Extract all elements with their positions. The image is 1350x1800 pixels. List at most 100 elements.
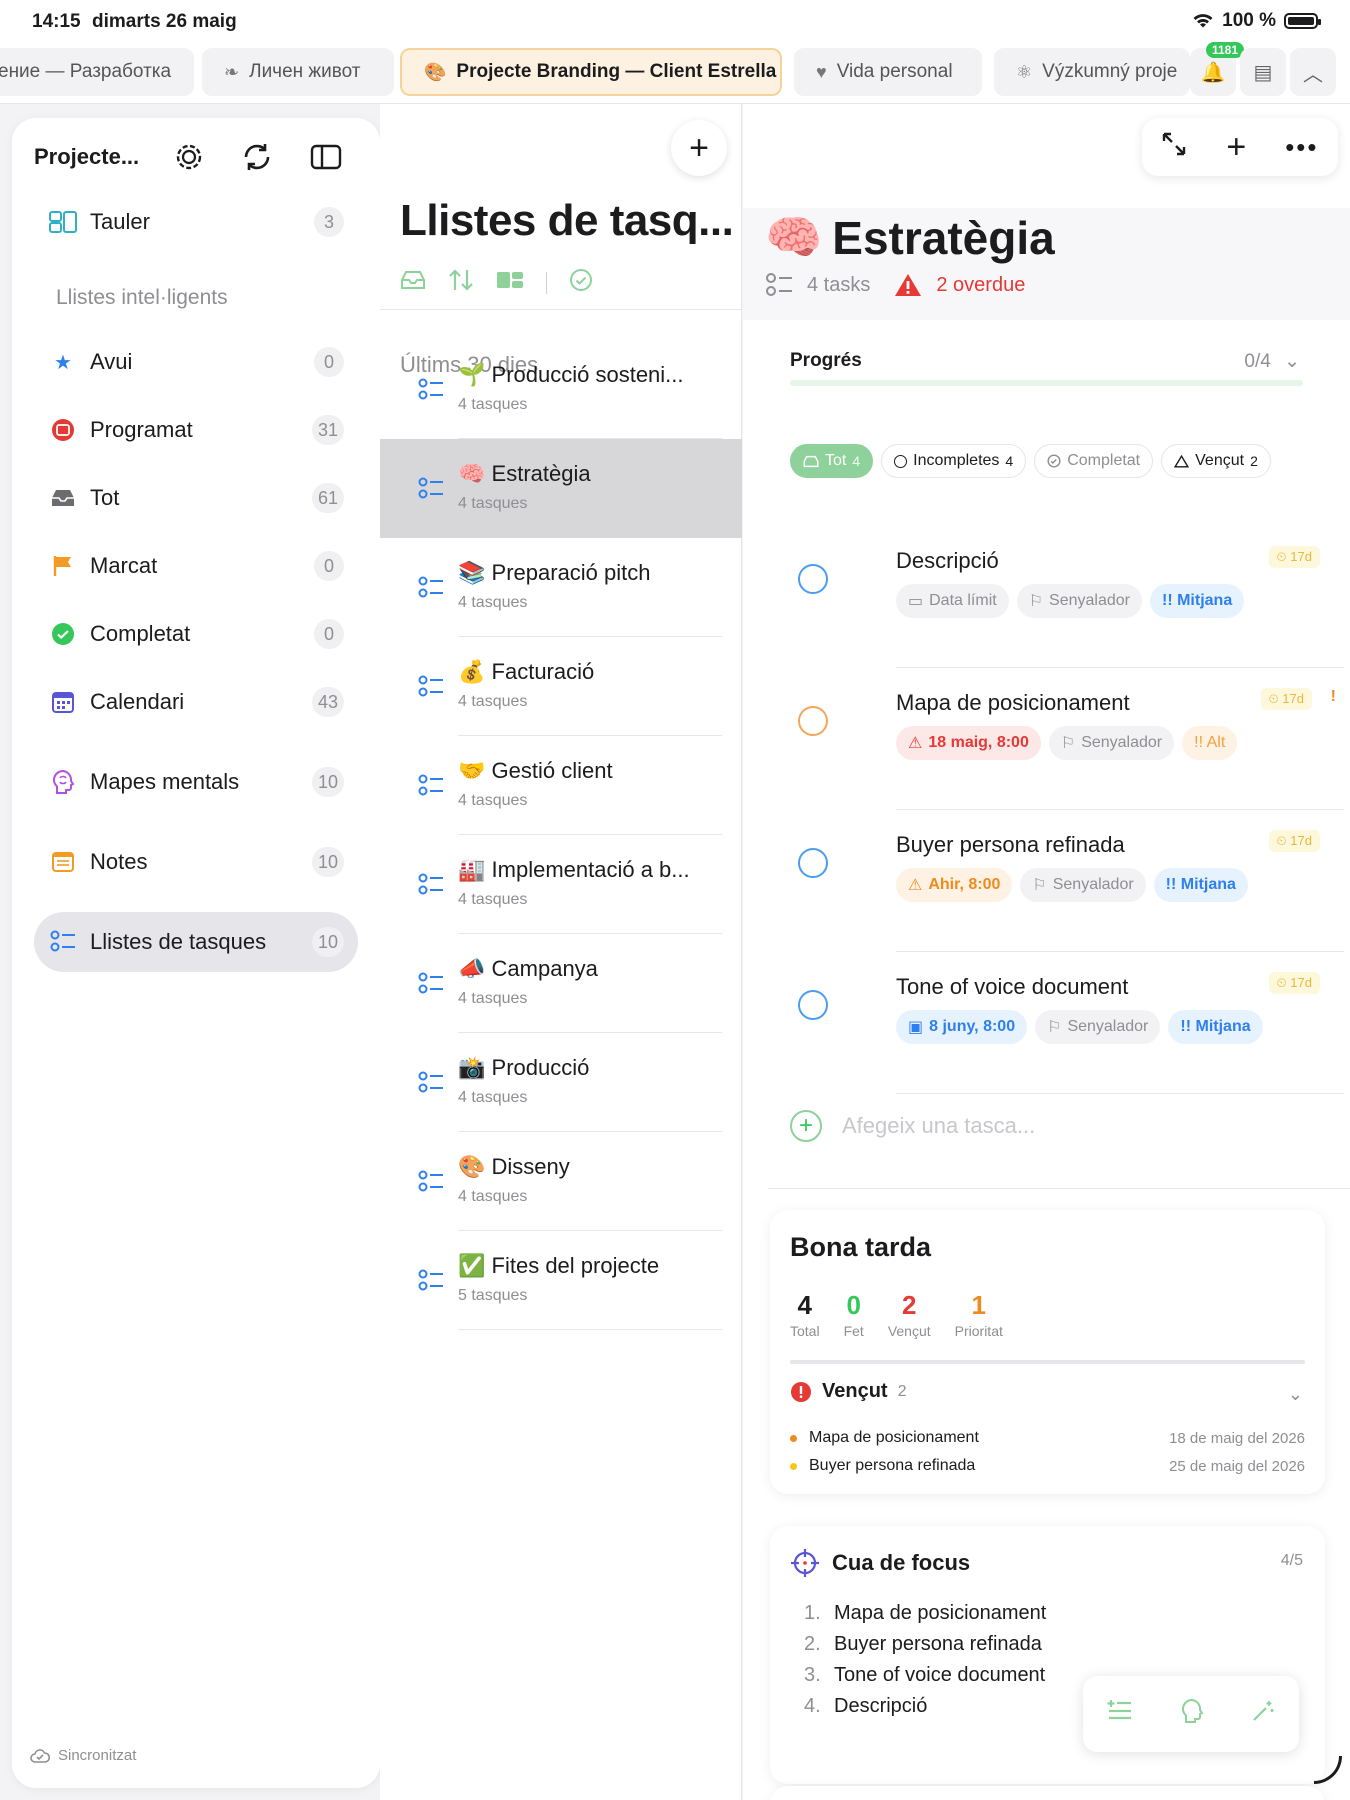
task-list-row[interactable]: 🤝 Gestió client 4 tasques (380, 736, 742, 835)
reader-button[interactable]: ▤ (1240, 48, 1286, 96)
due-date-tag[interactable]: ⚠ Ahir, 8:00 (896, 868, 1013, 902)
inbox-icon (803, 455, 819, 467)
sidebar-item-board[interactable]: Tauler 3 (34, 192, 358, 252)
show-completed-button[interactable] (569, 268, 593, 298)
task-checkbox[interactable] (798, 564, 828, 594)
sort-button[interactable] (448, 268, 474, 298)
sync-button[interactable] (223, 137, 292, 177)
task-list-row[interactable]: 📸 Producció 4 tasques (380, 1033, 742, 1132)
list-emoji: 📸 (458, 1054, 486, 1080)
priority-tag[interactable]: !! Mitjana (1150, 584, 1245, 618)
task-list-row[interactable]: 🧠 Estratègia 4 tasques (380, 439, 742, 538)
sidebar-item-notes[interactable]: Notes 10 (34, 832, 358, 892)
priority-tag[interactable]: !! Mitjana (1168, 1010, 1263, 1044)
tab-research-project[interactable]: ⚛ Výzkumný proje (994, 48, 1190, 96)
sidebar-item-all[interactable]: Tot 61 (34, 468, 358, 528)
task-lists-column: + Llistes de tasq... Últims 30 dies 🌱 Pr… (380, 104, 742, 1800)
filter-incomplete[interactable]: Incompletes 4 (881, 444, 1027, 478)
list-emoji: 🏭 (458, 856, 486, 882)
stats: 4 Total 0 Fet 2 Vençut 1 Prioritat (790, 1290, 1003, 1339)
filter-all[interactable]: Tot 4 (790, 444, 874, 478)
task-row[interactable]: Tone of voice document ⏲ 17d ▣ 8 juny, 8:… (790, 952, 1350, 1094)
task-checkbox[interactable] (798, 848, 828, 878)
due-date-tag[interactable]: ⚠ 18 maig, 8:00 (896, 726, 1041, 760)
add-task-row[interactable]: + Afegeix una tasca... (790, 1110, 1035, 1142)
sidebar-item-today[interactable]: ★ Avui 0 (34, 332, 358, 392)
more-button[interactable]: ••• (1285, 132, 1318, 163)
project-title[interactable]: Projecte... (34, 144, 154, 170)
expand-button[interactable] (1161, 131, 1187, 164)
due-badge: ⏲ 17d (1268, 972, 1320, 994)
list-item[interactable]: 3. Tone of voice document (804, 1664, 1046, 1695)
progress-value[interactable]: 0/4 ⌄ (1244, 350, 1300, 373)
inbox-filter-button[interactable] (400, 270, 426, 296)
toggle-sidebar-button[interactable] (291, 137, 360, 177)
sidebar-item-flagged[interactable]: Marcat 0 (34, 536, 358, 596)
flag-tag[interactable]: ⚐ Senyalador (1035, 1010, 1161, 1044)
task-row[interactable]: Descripció ⏲ 17d ▭ Data límit ⚐ Senyalador… (790, 526, 1350, 668)
settings-button[interactable] (154, 137, 223, 177)
task-list-row[interactable]: 🏭 Implementació a b... 4 tasques (380, 835, 742, 934)
task-row[interactable]: Mapa de posicionament ⏲ 17d ! ⚠ 18 maig, … (790, 668, 1350, 810)
add-task-input[interactable]: Afegeix una tasca... (842, 1113, 1035, 1139)
priority-tag[interactable]: !! Mitjana (1153, 868, 1248, 902)
overdue-item-name: Mapa de posicionament (809, 1429, 979, 1446)
task-list-row[interactable]: ✅ Fites del projecte 5 tasques (380, 1231, 742, 1330)
view-mode-button[interactable] (496, 270, 524, 296)
sidebar: Projecte... Tauler 3 Llistes intel·ligen… (12, 118, 380, 1788)
list-emoji: 🧠 (765, 211, 823, 263)
list-detail: + ••• 🧠 Estratègia 4 tasks 2 overdue Pro… (743, 104, 1350, 1800)
task-list-row[interactable]: 🎨 Disseny 4 tasques (380, 1132, 742, 1231)
sidebar-item-count: 10 (311, 847, 344, 877)
task-list-row[interactable]: 📚 Preparació pitch 4 tasques (380, 538, 742, 637)
item-name: Mapa de posicionament (834, 1602, 1047, 1624)
tab-vida-personal[interactable]: ♥ Vida personal (794, 48, 982, 96)
chevron-down-icon[interactable]: ⌄ (1288, 1384, 1303, 1405)
tab-label: Výzkumný proje (1042, 61, 1178, 82)
task-checkbox[interactable] (798, 990, 828, 1020)
priority-tag[interactable]: !! Alt (1182, 726, 1238, 760)
alert-circle-icon (791, 1381, 811, 1402)
filter-overdue[interactable]: Vençut 2 (1161, 444, 1271, 478)
task-row[interactable]: Buyer persona refinada ⏲ 17d ⚠ Ahir, 8:00… (790, 810, 1350, 952)
add-list-button[interactable]: + (671, 120, 727, 176)
tab-development[interactable]: ение — Разработка (0, 48, 194, 96)
flag-tag[interactable]: ⚐ Senyalador (1020, 868, 1146, 902)
sidebar-item-count: 0 (314, 619, 344, 649)
flag-tag[interactable]: ⚐ Senyalador (1016, 584, 1142, 618)
filter-completed[interactable]: Completat (1034, 444, 1154, 478)
overdue-item[interactable]: Mapa de posicionament 18 de maig del 202… (790, 1426, 1305, 1450)
overdue-item-date: 25 de maig del 2026 (1169, 1457, 1305, 1475)
sidebar-item-mind-maps[interactable]: Mapes mentals 10 (34, 752, 358, 812)
sidebar-item-completed[interactable]: Completat 0 (34, 604, 358, 664)
stat-label: Prioritat (954, 1323, 1003, 1339)
collapse-tabs-button[interactable]: ︿ (1290, 48, 1336, 96)
overdue-section-header[interactable]: Vençut 2 (790, 1380, 906, 1403)
mind-map-button[interactable] (1180, 1698, 1204, 1731)
list-item[interactable]: 1. Mapa de posicionament (804, 1602, 1046, 1633)
list-icon (418, 1071, 443, 1092)
task-list-row[interactable]: 🌱 Producció sosteni... 4 tasques (380, 340, 742, 439)
sidebar-item-calendar[interactable]: Calendari 43 (34, 672, 358, 732)
list-item[interactable]: 2. Buyer persona refinada (804, 1633, 1046, 1664)
list-item[interactable]: 4. Descripció (804, 1695, 1046, 1726)
task-list-row[interactable]: 💰 Facturació 4 tasques (380, 637, 742, 736)
task-checkbox[interactable] (798, 706, 828, 736)
add-list-item-button[interactable] (1107, 1699, 1133, 1730)
list-icon (418, 477, 443, 498)
due-date-tag[interactable]: ▣ 8 juny, 8:00 (896, 1010, 1028, 1044)
filter-label: Vençut (1195, 452, 1245, 469)
overdue-item[interactable]: Buyer persona refinada 25 de maig del 20… (790, 1454, 1305, 1478)
sidebar-item-task-lists[interactable]: Llistes de tasques 10 (34, 912, 358, 972)
sidebar-item-count: 10 (311, 767, 344, 797)
magic-button[interactable] (1251, 1699, 1275, 1730)
tab-branding-project[interactable]: 🎨 Projecte Branding — Client Estrella (400, 48, 782, 96)
list-name: 💰 Facturació (458, 659, 594, 685)
sidebar-item-scheduled[interactable]: Programat 31 (34, 400, 358, 460)
list-emoji: 📣 (458, 955, 486, 981)
flag-tag[interactable]: ⚐ Senyalador (1048, 726, 1175, 760)
task-list-row[interactable]: 📣 Campanya 4 tasques (380, 934, 742, 1033)
tab-personal-life-bg[interactable]: ❧ Личен живот (202, 48, 394, 96)
due-date-tag[interactable]: ▭ Data límit (896, 584, 1009, 618)
add-task-button[interactable]: + (1226, 128, 1246, 167)
